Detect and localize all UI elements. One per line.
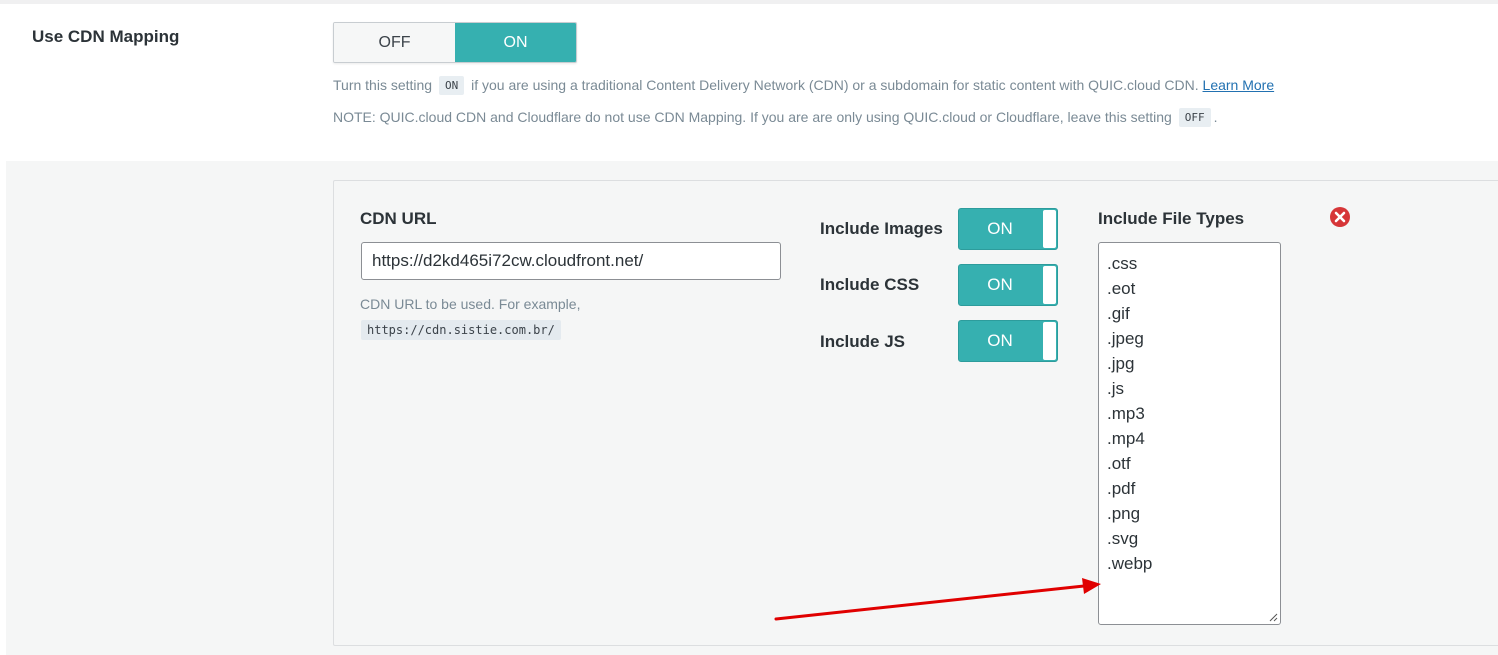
file-type-item: .otf: [1107, 454, 1131, 473]
note-period: .: [1213, 109, 1218, 125]
note-text: NOTE: QUIC.cloud CDN and Cloudflare do n…: [333, 109, 1172, 125]
include-images-switch[interactable]: ON: [958, 208, 1058, 250]
setting-label: Use CDN Mapping: [32, 27, 180, 46]
setting-description: Turn this setting ON if you are using a …: [333, 76, 1274, 95]
learn-more-link[interactable]: Learn More: [1203, 77, 1275, 93]
include-js-switch[interactable]: ON: [958, 320, 1058, 362]
file-type-item: .svg: [1107, 529, 1139, 548]
file-type-item: .webp: [1107, 554, 1153, 573]
resize-handle-icon[interactable]: [1268, 612, 1278, 622]
off-code-badge: OFF: [1178, 108, 1211, 127]
file-type-item: .png: [1107, 504, 1141, 523]
file-type-item: .mp3: [1107, 404, 1145, 423]
file-type-item: .jpg: [1107, 354, 1135, 373]
include-js-label: Include JS: [820, 332, 906, 351]
file-types-label: Include File Types: [1098, 209, 1245, 228]
switch-knob: [1043, 322, 1056, 360]
top-divider: [0, 0, 1498, 4]
file-type-item: .pdf: [1107, 479, 1136, 498]
toggle-on-button[interactable]: ON: [455, 23, 576, 62]
file-type-item: .gif: [1107, 304, 1130, 323]
switch-state: ON: [987, 331, 1013, 350]
toggle-off-button[interactable]: OFF: [334, 23, 455, 62]
file-types-textarea[interactable]: .css .eot .gif .jpeg .jpg .js .mp3 .mp4 …: [1098, 242, 1281, 625]
file-type-item: .jpeg: [1107, 329, 1144, 348]
on-code-badge: ON: [438, 76, 465, 95]
cdn-url-label: CDN URL: [360, 209, 437, 228]
file-type-item: .js: [1107, 379, 1124, 398]
file-type-item: .eot: [1107, 279, 1136, 298]
include-css-label: Include CSS: [820, 275, 920, 294]
switch-knob: [1043, 266, 1056, 304]
include-css-switch[interactable]: ON: [958, 264, 1058, 306]
cdn-url-example: https://cdn.sistie.com.br/: [361, 320, 561, 340]
cdn-url-input[interactable]: [361, 242, 781, 280]
close-circle-icon[interactable]: [1329, 206, 1351, 228]
cdn-mapping-toggle[interactable]: OFF ON: [333, 22, 577, 63]
description-text: if you are using a traditional Content D…: [471, 77, 1199, 93]
switch-state: ON: [987, 275, 1013, 294]
include-images-label: Include Images: [820, 219, 943, 238]
switch-knob: [1043, 210, 1056, 248]
description-text: Turn this setting: [333, 77, 433, 93]
setting-note: NOTE: QUIC.cloud CDN and Cloudflare do n…: [333, 108, 1218, 127]
file-type-item: .css: [1107, 254, 1138, 273]
file-type-item: .mp4: [1107, 429, 1145, 448]
switch-state: ON: [987, 219, 1013, 238]
cdn-url-help: CDN URL to be used. For example,: [360, 296, 581, 312]
